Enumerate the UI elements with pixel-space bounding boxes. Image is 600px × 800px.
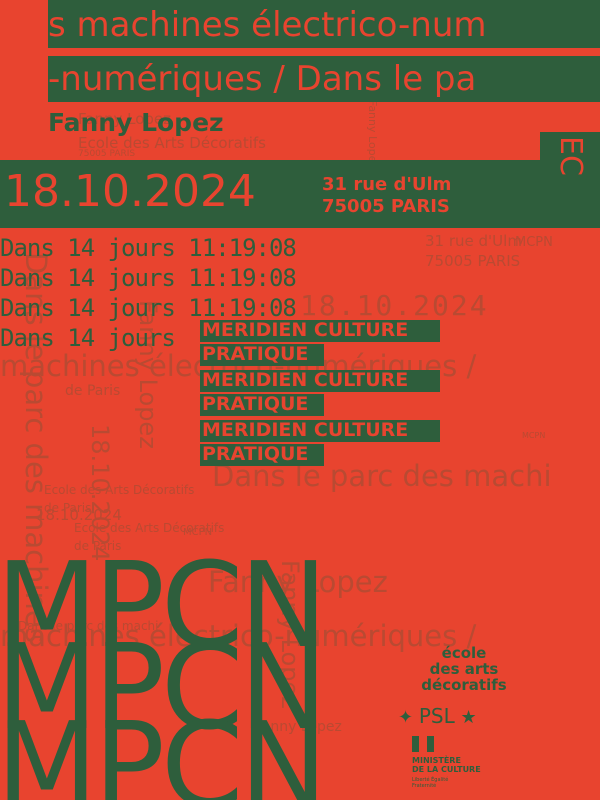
- star-icon: ★: [460, 707, 477, 728]
- poster: Fanny Lopez Ecole des Arts Décoratifs 75…: [0, 0, 600, 800]
- author-name: Fanny Lopez: [48, 108, 224, 137]
- meridien-line-1b: MERIDIEN CULTURE: [202, 369, 409, 391]
- psl-mark-icon: ✦: [398, 707, 414, 728]
- countdown-4: Dans 14 jours: [0, 324, 176, 352]
- bg-vertical-lopez: Fanny Lopez: [366, 100, 379, 169]
- meridien-line-2a: PRATIQUE: [202, 343, 309, 365]
- ministere-logo: MINISTÈRE DE LA CULTURE Liberté Égalité …: [412, 736, 481, 789]
- psl-logo: ✦ PSL ★: [398, 706, 477, 727]
- bg-vertical-lopez-2: Fanny Lopez: [134, 300, 162, 449]
- meridien-line-1c: MERIDIEN CULTURE: [202, 419, 409, 441]
- countdown-1: Dans 14 jours 11:19:08: [0, 234, 297, 262]
- meridien-line-1a: MERIDIEN CULTURE: [202, 319, 409, 341]
- countdown-3: Dans 14 jours 11:19:08: [0, 294, 297, 322]
- big-mark-3: MPCN: [0, 696, 328, 800]
- bg-address: 31 rue d'Ulm 75005 PARIS: [425, 232, 522, 270]
- countdown-2: Dans 14 jours 11:19:08: [0, 264, 297, 292]
- corner-tag: EC: [553, 136, 588, 176]
- title-line-2: -numériques / Dans le pa: [48, 59, 477, 99]
- bg-de-paris-1: de Paris: [65, 383, 121, 399]
- event-address: 31 rue d'Ulm 75005 PARIS: [322, 174, 452, 217]
- title-line-1: s machines électrico-num: [48, 5, 487, 45]
- event-date: 18.10.2024: [4, 166, 256, 217]
- bg-parc-1: Dans le parc des machi: [212, 459, 552, 493]
- bg-mcpn-1: MCPN: [515, 235, 553, 250]
- meridien-line-2b: PRATIQUE: [202, 393, 309, 415]
- bg-ecole-1: Ecole des Arts Décoratifs: [44, 483, 195, 497]
- psl-label: PSL: [418, 704, 455, 728]
- ead-logo: école des arts décoratifs: [421, 644, 507, 694]
- meridien-line-2c: PRATIQUE: [202, 443, 309, 465]
- ministere-flag-icon: [412, 736, 434, 752]
- bg-date-echo: 18.10.2024: [300, 289, 489, 322]
- bg-city-echo: 75005 PARIS: [78, 149, 136, 159]
- bg-mcpn-2: MCPN: [522, 431, 546, 440]
